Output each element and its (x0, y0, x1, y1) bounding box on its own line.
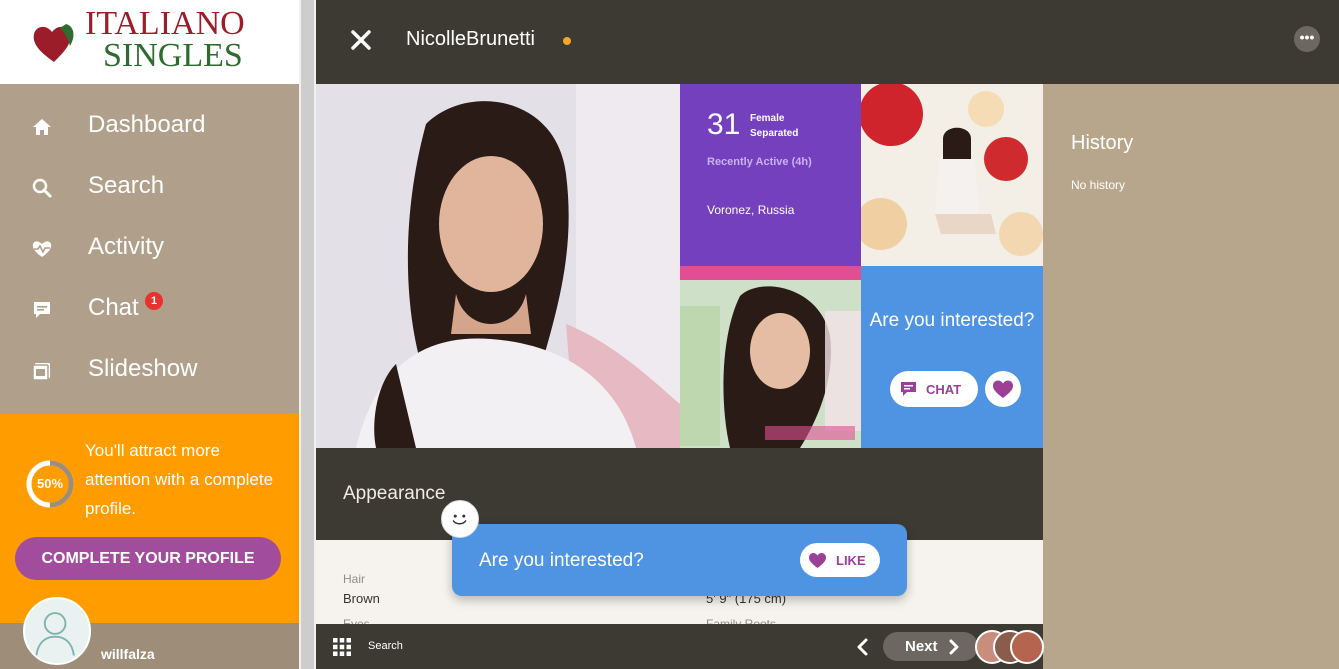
sidebar-item-label: Search (88, 172, 165, 199)
grid-icon[interactable] (333, 638, 351, 656)
interest-tile (861, 266, 1043, 448)
search-icon (32, 178, 52, 198)
history-title: History (1071, 132, 1134, 154)
heartbeat-icon (32, 241, 52, 257)
sidebar-item-search[interactable]: Search (0, 161, 299, 217)
magazine-cover-image (680, 266, 861, 448)
close-icon[interactable] (350, 29, 372, 51)
flowers-photo-image (861, 84, 1043, 266)
profile-last-active: Recently Active (4h) (707, 156, 812, 168)
promo-message: You'll attract more attention with a com… (85, 441, 274, 518)
profile-gender: Female (750, 113, 785, 124)
profile-photo-thumbnail[interactable] (861, 84, 1043, 266)
sidebar-item-slideshow[interactable]: Slideshow (0, 344, 299, 400)
heart-icon (993, 380, 1013, 398)
complete-profile-button[interactable]: COMPLETE YOUR PROFILE (15, 537, 281, 580)
profile-location: Voronez, Russia (707, 203, 795, 217)
interest-question: Are you interested? (869, 310, 1035, 331)
sidebar-item-chat[interactable]: Chat (0, 283, 299, 339)
smile-icon (452, 514, 467, 525)
avatar[interactable] (23, 597, 91, 665)
username[interactable]: willfalza (101, 646, 155, 662)
next-button-label: Next (905, 638, 938, 655)
appearance-title: Appearance (343, 483, 446, 504)
chat-count-badge: 1 (145, 292, 163, 310)
profile-age: 31 (707, 108, 741, 141)
scrollbar-thumb[interactable] (301, 0, 314, 669)
next-profile-thumbnail[interactable] (1010, 630, 1044, 664)
online-status-dot (563, 37, 571, 45)
heart-icon (809, 553, 826, 568)
favorite-button[interactable] (985, 371, 1021, 407)
profile-marital-status: Separated (750, 128, 799, 139)
history-panel (1043, 84, 1339, 669)
portrait-image (316, 84, 680, 448)
chat-icon (901, 382, 916, 396)
logo-text-bottom: SINGLES (103, 37, 243, 74)
chevron-right-icon (949, 639, 959, 655)
slideshow-icon (32, 363, 50, 381)
profile-name: NicolleBrunetti (406, 28, 535, 50)
home-icon (33, 119, 51, 135)
main-profile-photo[interactable] (316, 84, 680, 448)
interest-prompt-text: Are you interested? (479, 550, 644, 571)
profile-photo-thumbnail[interactable] (680, 266, 861, 448)
chevron-left-icon[interactable] (854, 637, 872, 657)
chat-icon (34, 302, 50, 318)
sidebar-item-dashboard[interactable]: Dashboard (0, 100, 299, 156)
sidebar-item-label: Dashboard (88, 111, 206, 138)
sidebar-item-label: Chat (88, 294, 139, 321)
smiley-face-icon (441, 500, 479, 538)
hair-label: Hair (343, 572, 366, 586)
sidebar-item-activity[interactable]: Activity (0, 222, 299, 278)
more-options-button[interactable]: ••• (1294, 26, 1320, 52)
search-link[interactable]: Search (368, 640, 403, 652)
chat-button-label: CHAT (926, 382, 962, 397)
like-button-label: LIKE (836, 553, 866, 568)
history-empty-text: No history (1071, 178, 1126, 192)
profile-progress-percent: 50% (36, 476, 64, 491)
hair-value: Brown (343, 591, 380, 606)
logo[interactable]: ITALIANO SINGLES (0, 0, 299, 84)
sidebar-item-label: Activity (88, 233, 165, 260)
sidebar-item-label: Slideshow (88, 355, 198, 382)
heart-pepper-logo-icon (33, 24, 74, 62)
user-silhouette-icon (35, 612, 75, 656)
